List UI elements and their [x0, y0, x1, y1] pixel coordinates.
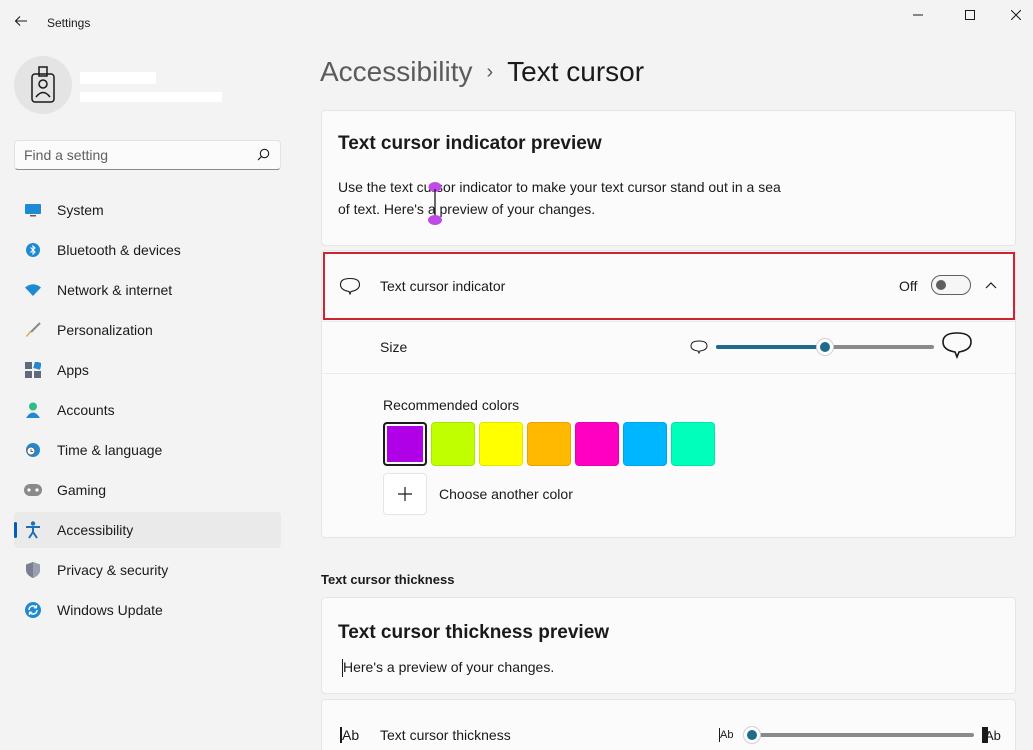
globe-clock-icon — [24, 441, 42, 459]
cursor-indicator-icon — [339, 277, 361, 295]
size-label: Size — [380, 339, 408, 355]
sidebar-item-apps[interactable]: Apps — [14, 352, 281, 388]
large-size-icon — [942, 332, 972, 359]
color-swatch[interactable] — [575, 422, 619, 466]
maximize-button[interactable] — [947, 0, 993, 30]
maximize-icon — [965, 10, 975, 20]
cursor-indicator-preview-card: Text cursor indicator preview Use the te… — [321, 110, 1016, 246]
color-swatch[interactable] — [671, 422, 715, 466]
size-slider-thumb[interactable] — [816, 338, 834, 356]
sidebar-item-label: Windows Update — [57, 602, 163, 618]
sidebar-item-label: Privacy & security — [57, 562, 169, 578]
gamepad-icon — [24, 481, 42, 499]
sidebar-item-label: Network & internet — [57, 282, 173, 298]
breadcrumb: Accessibility › Text cursor — [320, 56, 644, 88]
thickness-slider-thumb[interactable] — [743, 726, 761, 744]
sidebar-item-label: System — [57, 202, 104, 218]
color-swatch[interactable] — [431, 422, 475, 466]
toggle-knob — [936, 280, 946, 290]
breadcrumb-parent[interactable]: Accessibility — [320, 56, 472, 88]
thin-glyph-text: Ab — [720, 729, 734, 741]
text-cursor-indicator-preview-icon — [428, 182, 442, 225]
sidebar-item-windows-update[interactable]: Windows Update — [14, 592, 281, 628]
sidebar-item-bluetooth[interactable]: Bluetooth & devices — [14, 232, 281, 268]
sidebar-item-network[interactable]: Network & internet — [14, 272, 281, 308]
thickness-preview-card: Text cursor thickness preview Here's a p… — [321, 597, 1016, 694]
color-swatch[interactable] — [479, 422, 523, 466]
small-size-icon — [690, 340, 708, 354]
thickness-section-heading: Text cursor thickness — [321, 572, 455, 587]
monitor-icon — [24, 201, 42, 219]
accessibility-icon — [24, 521, 42, 539]
sidebar-item-label: Personalization — [57, 322, 153, 338]
avatar — [14, 56, 72, 114]
sidebar-item-gaming[interactable]: Gaming — [14, 472, 281, 508]
thick-glyph-icon: Ab — [982, 727, 1001, 743]
preview-card-description-line2: of text. Here's a preview of your change… — [338, 201, 596, 217]
sidebar-item-time-language[interactable]: Time & language — [14, 432, 281, 468]
thickness-row: Ab Text cursor thickness Ab Ab — [321, 699, 1016, 750]
sidebar-item-label: Gaming — [57, 482, 107, 498]
sidebar-nav: System Bluetooth & devices Network & int… — [14, 192, 281, 632]
thickness-label: Text cursor thickness — [380, 727, 511, 743]
thickness-preview-title: Text cursor thickness preview — [338, 622, 610, 643]
thin-glyph-icon: Ab — [719, 728, 733, 742]
thickness-preview-text: Here's a preview of your changes. — [343, 659, 555, 675]
choose-another-color-button[interactable] — [383, 473, 427, 515]
sidebar-item-label: Apps — [57, 362, 89, 378]
sidebar-item-privacy[interactable]: Privacy & security — [14, 552, 281, 588]
shield-icon — [24, 561, 42, 579]
divider — [322, 373, 1015, 374]
thickness-icon: Ab — [340, 727, 359, 743]
user-email-redacted — [80, 92, 222, 102]
apps-icon — [24, 361, 42, 379]
thickness-icon-glyph: Ab — [342, 727, 360, 743]
cursor-indicator-label: Text cursor indicator — [380, 278, 506, 294]
back-button[interactable] — [10, 10, 32, 32]
person-icon — [24, 401, 42, 419]
sidebar-item-accounts[interactable]: Accounts — [14, 392, 281, 428]
brush-icon — [24, 321, 42, 339]
preview-card-title: Text cursor indicator preview — [338, 133, 602, 154]
thick-glyph-text: Ab — [985, 727, 1001, 743]
sidebar-item-accessibility[interactable]: Accessibility — [14, 512, 281, 548]
person-badge-icon — [31, 66, 55, 103]
recommended-colors-label: Recommended colors — [383, 397, 520, 413]
close-button[interactable] — [993, 0, 1033, 30]
bluetooth-icon — [24, 241, 42, 259]
breadcrumb-separator: › — [486, 60, 494, 83]
search-box[interactable] — [14, 140, 281, 170]
color-swatch[interactable] — [527, 422, 571, 466]
choose-another-color-label: Choose another color — [439, 486, 573, 502]
sidebar-item-label: Time & language — [57, 442, 163, 458]
thickness-slider[interactable] — [752, 733, 974, 737]
divider — [322, 321, 1015, 322]
plus-icon — [398, 487, 412, 501]
user-name-redacted — [80, 72, 156, 84]
back-arrow-icon — [14, 16, 27, 26]
update-icon — [24, 601, 42, 619]
toggle-state-text: Off — [899, 278, 918, 294]
sidebar-item-personalization[interactable]: Personalization — [14, 312, 281, 348]
sidebar-item-label: Accounts — [57, 402, 115, 418]
preview-card-description-line1: Use the text cursor indicator to make yo… — [338, 179, 781, 195]
sidebar-item-label: Accessibility — [57, 522, 134, 538]
title-bar: Settings — [0, 0, 1033, 44]
wifi-icon — [24, 281, 42, 299]
color-swatch[interactable] — [383, 422, 427, 466]
search-input[interactable] — [15, 141, 245, 169]
sidebar-item-system[interactable]: System — [14, 192, 281, 228]
size-slider-fill — [716, 345, 825, 349]
color-swatch[interactable] — [623, 422, 667, 466]
sidebar-item-label: Bluetooth & devices — [57, 242, 181, 258]
user-profile[interactable] — [14, 56, 72, 114]
search-icon[interactable] — [257, 148, 270, 161]
chevron-up-icon[interactable] — [985, 281, 997, 289]
app-title: Settings — [47, 16, 91, 30]
cursor-indicator-toggle[interactable] — [931, 275, 971, 295]
minimize-button[interactable] — [895, 0, 941, 30]
page-title: Text cursor — [507, 56, 645, 87]
minimize-icon — [913, 14, 923, 16]
close-icon — [1011, 10, 1021, 20]
